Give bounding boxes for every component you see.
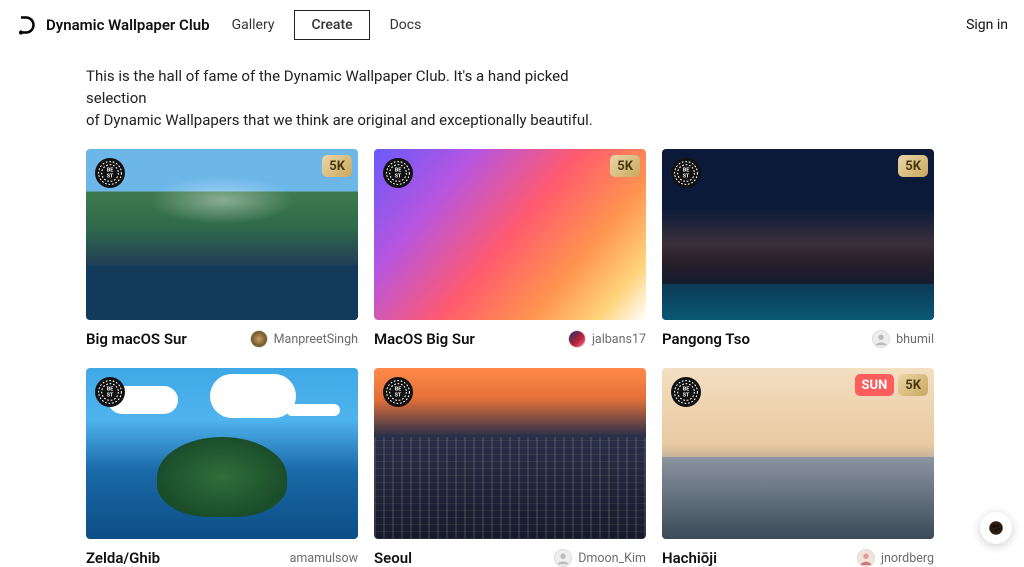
- svg-text:ST: ST: [395, 174, 402, 180]
- author-name: ManpreetSingh: [274, 332, 358, 347]
- author-avatar-icon: [872, 330, 890, 348]
- intro-text: This is the hall of fame of the Dynamic …: [0, 50, 700, 149]
- svg-text:BE: BE: [107, 168, 113, 174]
- wallpaper-caption: MacOS Big Sur jalbans17: [374, 320, 646, 348]
- best-badge-icon: BE ST: [383, 377, 413, 407]
- wallpaper-grid: BE ST 5K Big macOS Sur ManpreetSingh BE …: [0, 149, 1024, 567]
- intro-line-2: of Dynamic Wallpapers that we think are …: [86, 111, 593, 129]
- wallpaper-caption: Big macOS Sur ManpreetSingh: [86, 320, 358, 348]
- author-avatar-icon: [568, 330, 586, 348]
- wallpaper-author[interactable]: bhumil: [872, 330, 934, 348]
- svg-text:ST: ST: [107, 393, 114, 399]
- wallpaper-author[interactable]: ManpreetSingh: [250, 330, 358, 348]
- best-badge-icon: BE ST: [671, 158, 701, 188]
- intro-line-1: This is the hall of fame of the Dynamic …: [86, 67, 569, 107]
- svg-text:ST: ST: [683, 174, 690, 180]
- svg-text:ST: ST: [683, 393, 690, 399]
- cookie-button[interactable]: [980, 512, 1012, 544]
- wallpaper-title: Pangong Tso: [662, 330, 750, 348]
- wallpaper-card[interactable]: BE ST Zelda/Ghib amamulsow: [86, 368, 358, 567]
- wallpaper-caption: Zelda/Ghib amamulsow: [86, 539, 358, 567]
- header: Dynamic Wallpaper Club Gallery Create Do…: [0, 0, 1024, 50]
- nav-docs[interactable]: Docs: [390, 17, 422, 33]
- best-badge-icon: BE ST: [383, 158, 413, 188]
- wallpaper-card[interactable]: BE ST 5K MacOS Big Sur jalbans17: [374, 149, 646, 348]
- 5k-badge: 5K: [898, 374, 928, 396]
- wallpaper-caption: Seoul Dmoon_Kim: [374, 539, 646, 567]
- wallpaper-title: Zelda/Ghib: [86, 549, 160, 567]
- wallpaper-thumbnail[interactable]: BE ST: [86, 368, 358, 539]
- wallpaper-thumbnail[interactable]: BE ST SUN5K: [662, 368, 934, 539]
- best-badge-icon: BE ST: [95, 377, 125, 407]
- author-name: jalbans17: [592, 332, 646, 347]
- 5k-badge: 5K: [322, 155, 352, 177]
- nav-create[interactable]: Create: [294, 10, 369, 40]
- wallpaper-card[interactable]: BE ST 5K Big macOS Sur ManpreetSingh: [86, 149, 358, 348]
- wallpaper-thumbnail[interactable]: BE ST 5K: [374, 149, 646, 320]
- wallpaper-author[interactable]: amamulsow: [290, 551, 358, 566]
- wallpaper-card[interactable]: BE ST SUN5K Hachiōji jnordberg: [662, 368, 934, 567]
- author-name: jnordberg: [881, 551, 934, 566]
- wallpaper-title: Hachiōji: [662, 549, 717, 567]
- svg-text:ST: ST: [395, 393, 402, 399]
- sign-in-link[interactable]: Sign in: [966, 17, 1008, 33]
- author-avatar-icon: [554, 549, 572, 567]
- wallpaper-thumbnail[interactable]: BE ST: [374, 368, 646, 539]
- author-name: Dmoon_Kim: [578, 551, 646, 566]
- 5k-badge: 5K: [610, 155, 640, 177]
- wallpaper-title: MacOS Big Sur: [374, 330, 475, 348]
- nav: Gallery Create Docs: [232, 10, 422, 40]
- wallpaper-author[interactable]: Dmoon_Kim: [554, 549, 646, 567]
- wallpaper-title: Big macOS Sur: [86, 330, 187, 348]
- wallpaper-caption: Pangong Tso bhumil: [662, 320, 934, 348]
- brand-title: Dynamic Wallpaper Club: [46, 16, 210, 34]
- wallpaper-caption: Hachiōji jnordberg: [662, 539, 934, 567]
- wallpaper-card[interactable]: BE ST 5K Pangong Tso bhumil: [662, 149, 934, 348]
- author-name: amamulsow: [290, 551, 358, 566]
- nav-gallery[interactable]: Gallery: [232, 17, 275, 33]
- wallpaper-title: Seoul: [374, 549, 412, 567]
- wallpaper-author[interactable]: jalbans17: [568, 330, 646, 348]
- author-avatar-icon: [857, 549, 875, 567]
- sun-badge: SUN: [855, 374, 895, 396]
- author-name: bhumil: [896, 332, 934, 347]
- wallpaper-thumbnail[interactable]: BE ST 5K: [662, 149, 934, 320]
- svg-text:ST: ST: [107, 174, 114, 180]
- 5k-badge: 5K: [898, 155, 928, 177]
- wallpaper-thumbnail[interactable]: BE ST 5K: [86, 149, 358, 320]
- best-badge-icon: BE ST: [671, 377, 701, 407]
- wallpaper-card[interactable]: BE ST Seoul Dmoon_Kim: [374, 368, 646, 567]
- logo-icon: [16, 15, 36, 35]
- author-avatar-icon: [250, 330, 268, 348]
- wallpaper-author[interactable]: jnordberg: [857, 549, 934, 567]
- best-badge-icon: BE ST: [95, 158, 125, 188]
